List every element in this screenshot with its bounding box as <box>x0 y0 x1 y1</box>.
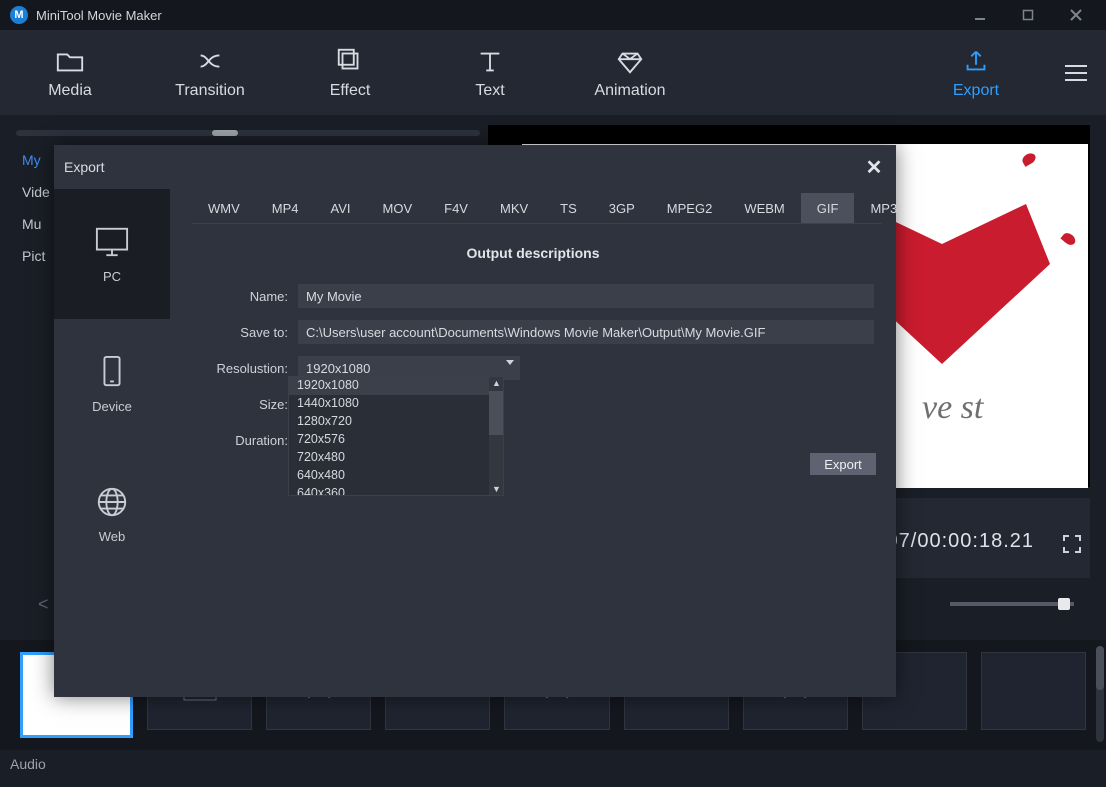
effect-icon <box>335 46 365 76</box>
fullscreen-icon <box>1062 534 1082 554</box>
export-dest-tabs: PC Device Web <box>54 189 170 697</box>
dest-pc[interactable]: PC <box>54 189 170 319</box>
saveto-label: Save to: <box>192 325 298 340</box>
animation-tab[interactable]: Animation <box>560 30 700 115</box>
media-tab[interactable]: Media <box>0 30 140 115</box>
titlebar: M MiniTool Movie Maker <box>0 0 1106 30</box>
export-dialog: Export ✕ PC Device Web WMV MP4 AVI MOV F… <box>54 145 896 697</box>
fmt-mp4[interactable]: MP4 <box>256 193 315 223</box>
globe-icon <box>93 485 131 519</box>
monitor-icon <box>93 225 131 259</box>
fmt-wmv[interactable]: WMV <box>192 193 256 223</box>
resolution-option[interactable]: 720x576 <box>289 431 503 449</box>
dropdown-scrollbar[interactable]: ▲▼ <box>489 377 503 495</box>
export-main: WMV MP4 AVI MOV F4V MKV TS 3GP MPEG2 WEB… <box>170 189 896 697</box>
fmt-ts[interactable]: TS <box>544 193 593 223</box>
transition-tab[interactable]: Transition <box>140 30 280 115</box>
saveto-input[interactable]: C:\Users\user account\Documents\Windows … <box>298 320 874 344</box>
dialog-title: Export <box>64 159 104 175</box>
zoom-slider-thumb[interactable] <box>1058 598 1070 610</box>
format-tabs: WMV MP4 AVI MOV F4V MKV TS 3GP MPEG2 WEB… <box>192 193 882 224</box>
fmt-avi[interactable]: AVI <box>315 193 367 223</box>
app-title: MiniTool Movie Maker <box>36 8 162 23</box>
resolution-option[interactable]: 720x480 <box>289 449 503 467</box>
fmt-mkv[interactable]: MKV <box>484 193 544 223</box>
name-label: Name: <box>192 289 298 304</box>
export-tab[interactable]: Export <box>906 30 1046 115</box>
hamburger-menu-button[interactable] <box>1046 30 1106 115</box>
effect-tab[interactable]: Effect <box>280 30 420 115</box>
sidebar-item-music[interactable]: Mu <box>22 216 50 232</box>
fullscreen-button[interactable] <box>1062 534 1082 554</box>
audio-track-label: Audio <box>10 756 46 772</box>
maximize-button[interactable] <box>1008 0 1048 30</box>
diamond-icon <box>615 46 645 76</box>
main-toolbar: Media Transition Effect Text Animation E… <box>0 30 1106 115</box>
zoom-slider[interactable] <box>950 602 1074 606</box>
minimize-button[interactable] <box>960 0 1000 30</box>
resolution-option[interactable]: 1440x1080 <box>289 395 503 413</box>
resolution-dropdown[interactable]: 1920x1080 1440x1080 1280x720 720x576 720… <box>288 376 504 496</box>
media-scrollbar[interactable] <box>16 130 480 136</box>
size-label: Size: <box>192 397 298 412</box>
dest-device[interactable]: Device <box>54 319 170 449</box>
chevron-down-icon <box>506 360 514 365</box>
timeline-clip[interactable] <box>981 652 1086 730</box>
fmt-f4v[interactable]: F4V <box>428 193 484 223</box>
media-category-list: My Vide Mu Pict <box>22 152 50 264</box>
resolution-option[interactable]: 1920x1080 <box>289 377 503 395</box>
folder-icon <box>55 46 85 76</box>
app-logo-icon: M <box>10 6 28 24</box>
text-tab[interactable]: Text <box>420 30 560 115</box>
fmt-mov[interactable]: MOV <box>367 193 429 223</box>
dialog-close-button[interactable]: ✕ <box>860 153 888 181</box>
export-icon <box>961 46 991 76</box>
dest-web[interactable]: Web <box>54 449 170 579</box>
transition-icon <box>195 46 225 76</box>
phone-icon <box>93 355 131 389</box>
output-descriptions-heading: Output descriptions <box>170 245 896 261</box>
fmt-mpeg2[interactable]: MPEG2 <box>651 193 729 223</box>
resolution-label: Resolustion: <box>192 361 298 376</box>
fmt-mp3[interactable]: MP3 <box>854 193 913 223</box>
export-button[interactable]: Export <box>810 453 876 475</box>
fmt-gif[interactable]: GIF <box>801 193 855 223</box>
resolution-option[interactable]: 640x480 <box>289 467 503 485</box>
hamburger-icon <box>1063 63 1089 83</box>
fmt-webm[interactable]: WEBM <box>728 193 800 223</box>
resolution-option[interactable]: 1280x720 <box>289 413 503 431</box>
petal-icon <box>1060 231 1077 248</box>
sidebar-item-picture[interactable]: Pict <box>22 248 50 264</box>
fmt-3gp[interactable]: 3GP <box>593 193 651 223</box>
timecode-display: .07/00:00:18.21 <box>880 530 1034 553</box>
duration-label: Duration: <box>192 433 298 448</box>
preview-caption: ve st <box>922 389 983 427</box>
text-icon <box>475 46 505 76</box>
name-input[interactable]: My Movie <box>298 284 874 308</box>
resolution-option[interactable]: 640x360 <box>289 485 503 496</box>
close-window-button[interactable] <box>1056 0 1096 30</box>
sidebar-item-myalbum[interactable]: My <box>22 152 50 168</box>
timeline-vscroll[interactable] <box>1096 646 1104 742</box>
sidebar-item-video[interactable]: Vide <box>22 184 50 200</box>
petal-icon <box>1020 151 1037 167</box>
